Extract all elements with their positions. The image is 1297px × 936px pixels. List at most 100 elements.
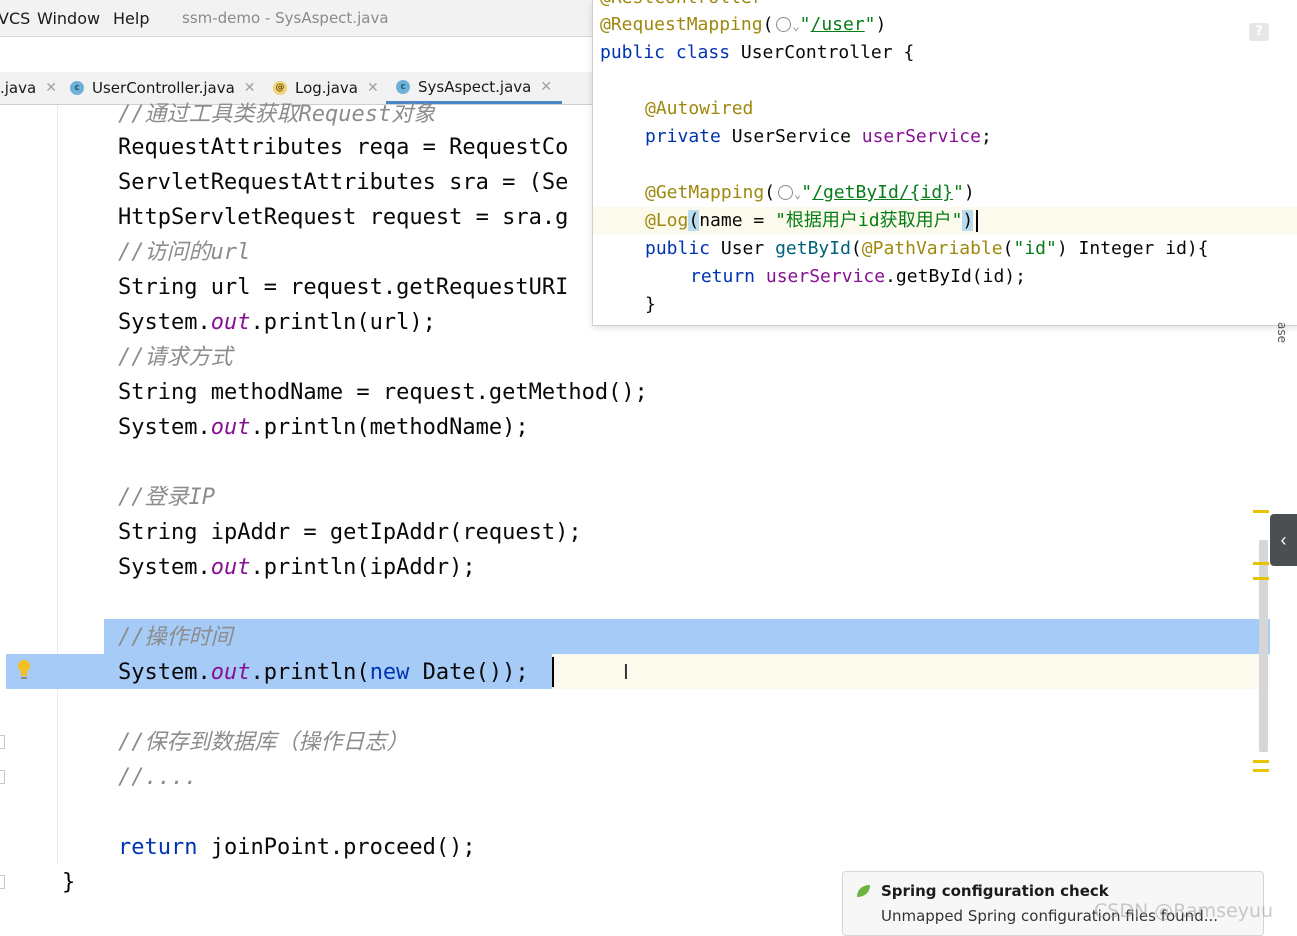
close-icon[interactable]: ✕ bbox=[540, 79, 552, 95]
code-url[interactable]: /getById/{id} bbox=[812, 182, 953, 203]
code-token: .println(url); bbox=[250, 310, 436, 335]
ibeam-cursor-icon: I bbox=[623, 660, 629, 684]
code-token: UserController { bbox=[730, 42, 915, 63]
code-line: return joinPoint.proceed(); bbox=[118, 830, 476, 865]
scroll-marker[interactable] bbox=[1253, 577, 1269, 580]
code-line: System.out.println(url); bbox=[118, 305, 436, 340]
spring-leaf-icon bbox=[857, 885, 870, 897]
code-token: System. bbox=[118, 415, 211, 440]
code-line: System.out.println(ipAddr); bbox=[118, 550, 476, 585]
annotation-icon: @ bbox=[273, 81, 287, 95]
code-line: @GetMapping(⌄"/getById/{id}") bbox=[645, 182, 975, 203]
text-caret bbox=[552, 657, 554, 687]
code-token: .getById(id); bbox=[885, 266, 1026, 287]
scroll-marker[interactable] bbox=[1253, 510, 1269, 513]
code-comment: //保存到数据库（操作日志） bbox=[118, 730, 409, 755]
code-token: UserService bbox=[720, 126, 862, 147]
class-icon: c bbox=[396, 79, 410, 94]
watermark: CSDN @Ramseyuu bbox=[1094, 900, 1274, 922]
scroll-marker[interactable] bbox=[1253, 760, 1269, 763]
code-line: private UserService userService; bbox=[645, 123, 992, 151]
fold-marker[interactable] bbox=[0, 735, 5, 749]
code-string: "id" bbox=[1013, 238, 1057, 259]
code-field: out bbox=[210, 555, 251, 580]
code-annotation: @GetMapping bbox=[645, 182, 765, 203]
close-icon[interactable]: ✕ bbox=[244, 80, 256, 96]
code-url[interactable]: /user bbox=[810, 14, 864, 35]
closing-brace: } bbox=[62, 870, 76, 895]
globe-icon[interactable] bbox=[778, 185, 794, 200]
code-line: public class UserController { bbox=[600, 39, 914, 67]
code-token: Date()); bbox=[409, 660, 529, 685]
code-comment: //请求方式 bbox=[118, 345, 233, 370]
menu-window[interactable]: Window bbox=[37, 9, 100, 28]
code-line: String ipAddr = getIpAddr(request); bbox=[118, 520, 582, 545]
code-keyword: public bbox=[645, 238, 711, 259]
code-line: @Log(name = "根据用户id获取用户") bbox=[645, 210, 974, 231]
class-icon: c bbox=[70, 81, 84, 95]
closing-brace: } bbox=[645, 294, 656, 315]
code-line: System.out.println(new Date()); bbox=[118, 655, 529, 690]
globe-icon[interactable] bbox=[776, 17, 792, 32]
code-annotation: @Log bbox=[645, 210, 689, 231]
code-comment: //登录IP bbox=[118, 485, 215, 510]
close-icon[interactable]: ✕ bbox=[367, 80, 379, 96]
chevron-down-icon[interactable]: ⌄ bbox=[792, 19, 799, 33]
scrollbar-thumb[interactable] bbox=[1259, 540, 1268, 752]
current-line-highlight bbox=[552, 654, 1270, 689]
code-keyword: return bbox=[118, 835, 198, 860]
code-method: getById bbox=[775, 238, 851, 259]
chevron-left-icon: ‹ bbox=[1280, 530, 1287, 550]
text-selection bbox=[104, 619, 1270, 654]
quick-definition-popup[interactable]: @RestController @RequestMapping(⌄"/user"… bbox=[592, 0, 1297, 326]
code-string: "根据用户id获取用户" bbox=[775, 210, 963, 231]
code-line: ServletRequestAttributes sra = (Se bbox=[118, 170, 569, 195]
code-field: userService bbox=[861, 126, 981, 147]
code-token: .println(ipAddr); bbox=[250, 555, 476, 580]
code-token: .println( bbox=[250, 660, 370, 685]
code-keyword: return bbox=[690, 266, 756, 287]
code-keyword: public class bbox=[600, 42, 731, 63]
close-icon[interactable]: ✕ bbox=[45, 80, 57, 96]
code-annotation: @PathVariable bbox=[861, 238, 1003, 259]
code-token: joinPoint.proceed(); bbox=[197, 835, 476, 860]
code-field: out bbox=[210, 415, 251, 440]
notification-title: Spring configuration check bbox=[881, 882, 1109, 900]
code-token: System. bbox=[118, 310, 211, 335]
code-line: public User getById(@PathVariable("id") … bbox=[645, 238, 1209, 259]
code-line: RequestAttributes reqa = RequestCo bbox=[118, 135, 569, 160]
menu-vcs[interactable]: VCS bbox=[0, 9, 30, 28]
code-field: out bbox=[210, 310, 251, 335]
tab-java[interactable]: .java ✕ bbox=[0, 72, 57, 104]
side-tool-window-label[interactable]: ase bbox=[1275, 322, 1289, 343]
code-keyword: new bbox=[369, 660, 410, 685]
code-token: .println(methodName); bbox=[250, 415, 529, 440]
code-line: @RequestMapping(⌄"/user") bbox=[600, 14, 887, 35]
code-token: User bbox=[710, 238, 776, 259]
fold-marker[interactable] bbox=[0, 770, 5, 784]
lightbulb-icon[interactable] bbox=[16, 659, 32, 681]
help-icon[interactable]: ? bbox=[1249, 23, 1269, 41]
code-token: Integer id){ bbox=[1067, 238, 1209, 259]
scroll-marker[interactable] bbox=[1253, 769, 1269, 772]
code-line: return userService.getById(id); bbox=[690, 263, 1026, 291]
scroll-marker[interactable] bbox=[1253, 562, 1269, 565]
tab-label: .java bbox=[0, 79, 37, 97]
tab-label: UserController.java bbox=[92, 79, 235, 97]
code-line: System.out.println(methodName); bbox=[118, 410, 529, 445]
tab-label: SysAspect.java bbox=[418, 77, 532, 96]
code-comment: //访问的url bbox=[118, 240, 251, 265]
code-annotation: @RequestMapping bbox=[600, 14, 763, 35]
collapse-panel-button[interactable]: ‹ bbox=[1270, 514, 1297, 566]
code-token: System. bbox=[118, 660, 211, 685]
code-line: String methodName = request.getMethod(); bbox=[118, 380, 648, 405]
code-comment: //.... bbox=[118, 765, 198, 790]
menu-help[interactable]: Help bbox=[113, 9, 149, 28]
code-comment: //通过工具类获取Request对象 bbox=[118, 102, 436, 127]
fold-marker[interactable] bbox=[0, 875, 5, 889]
tab-label: Log.java bbox=[295, 79, 358, 97]
code-token: ; bbox=[980, 126, 992, 147]
code-field: out bbox=[210, 660, 251, 685]
text-caret bbox=[976, 210, 978, 232]
code-token: name = bbox=[699, 210, 776, 231]
